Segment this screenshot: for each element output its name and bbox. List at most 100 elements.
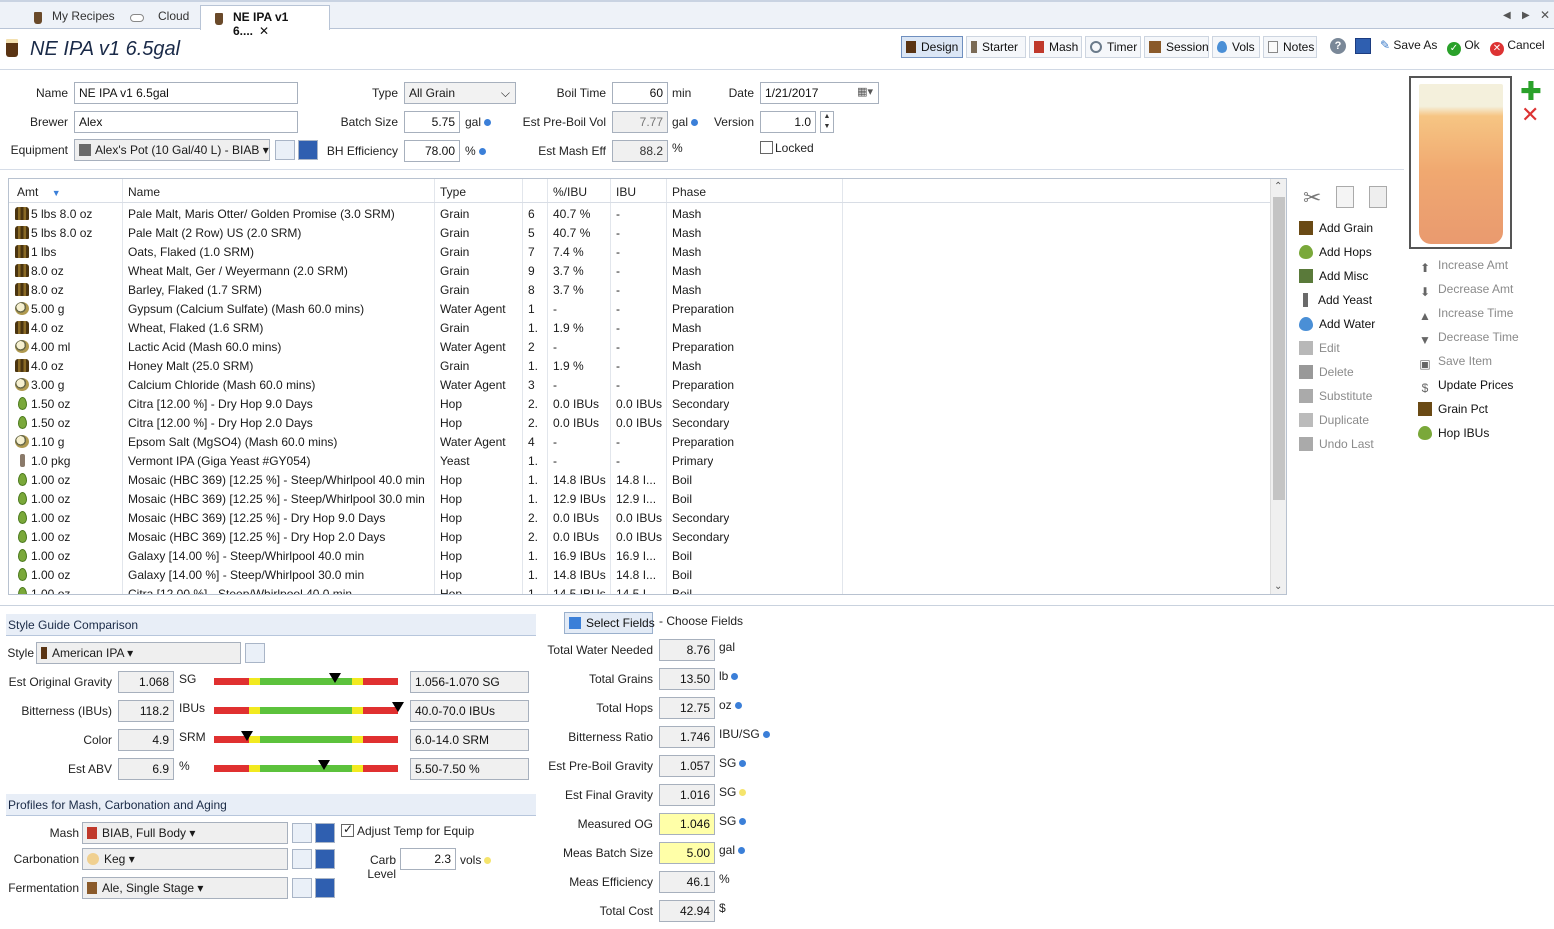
side-increase-time-button[interactable]: ▲ Increase Time (1418, 306, 1513, 323)
side-duplicate-button[interactable]: Duplicate (1299, 413, 1369, 427)
table-row[interactable]: 4.0 oz Wheat, Flaked (1.6 SRM) Grain 1. 1.9 … (9, 318, 1271, 337)
save-fermentation-icon[interactable] (315, 878, 335, 898)
edit-style-icon[interactable] (245, 643, 265, 663)
copy-icon[interactable] (1336, 186, 1354, 208)
timer-button[interactable]: Timer (1085, 36, 1141, 58)
side-decrease-time-button[interactable]: ▼ Decrease Time (1418, 330, 1519, 347)
side-edit-button[interactable]: Edit (1299, 341, 1340, 355)
vols-button[interactable]: Vols (1212, 36, 1260, 58)
locked-checkbox[interactable] (760, 141, 773, 154)
side-increase-amt-button[interactable]: ⬆ Increase Amt (1418, 258, 1508, 275)
edit-carbonation-icon[interactable] (292, 849, 312, 869)
bh-efficiency-input[interactable]: 78.00 (404, 140, 460, 162)
save-as-button[interactable]: ✎ Save As (1380, 38, 1437, 52)
side-save-item-button[interactable]: ▣ Save Item (1418, 354, 1492, 371)
column-header-type[interactable]: Type (440, 185, 466, 199)
side-add-grain-button[interactable]: Add Grain (1299, 221, 1373, 235)
table-row[interactable]: 1.10 g Epsom Salt (MgSO4) (Mash 60.0 mins… (9, 432, 1271, 451)
edit-equipment-icon[interactable] (275, 140, 295, 160)
batch-size-input[interactable]: 5.75 (404, 111, 460, 133)
table-row[interactable]: 5 lbs 8.0 oz Pale Malt (2 Row) US (2.0 SR… (9, 223, 1271, 242)
style-select[interactable]: American IPA ▾ (36, 642, 241, 664)
side-decrease-amt-button[interactable]: ⬇ Decrease Amt (1418, 282, 1513, 299)
boil-time-input[interactable]: 60 (612, 82, 668, 104)
table-row[interactable]: 1.00 oz Galaxy [14.00 %] - Steep/Whirlpoo… (9, 546, 1271, 565)
table-row[interactable]: 5.00 g Gypsum (Calcium Sulfate) (Mash 60.… (9, 299, 1271, 318)
table-row[interactable]: 1.50 oz Citra [12.00 %] - Dry Hop 9.0 Day… (9, 394, 1271, 413)
field-value[interactable]: 1.046 (659, 813, 715, 835)
table-row[interactable]: 1.00 oz Mosaic (HBC 369) [12.25 %] - Dry … (9, 527, 1271, 546)
side-undo-last-button[interactable]: Undo Last (1299, 437, 1374, 451)
table-row[interactable]: 1.0 pkg Vermont IPA (Giga Yeast #GY054) Ye… (9, 451, 1271, 470)
side-add-yeast-button[interactable]: Add Yeast (1299, 293, 1372, 307)
version-spinner[interactable]: ▲ ▼ (820, 111, 834, 133)
table-row[interactable]: 8.0 oz Barley, Flaked (1.7 SRM) Grain 8 3.7 … (9, 280, 1271, 299)
cut-icon[interactable]: ✂ (1303, 185, 1321, 211)
tab-scroll-left-icon[interactable]: ◀ (1503, 10, 1511, 21)
equipment-select[interactable]: Alex's Pot (10 Gal/40 L) - BIAB ▾ (74, 139, 270, 161)
edit-mash-icon[interactable] (292, 823, 312, 843)
save-icon[interactable] (1355, 38, 1371, 54)
table-row[interactable]: 1.00 oz Galaxy [14.00 %] - Steep/Whirlpoo… (9, 565, 1271, 584)
tab-cloud[interactable]: Cloud (98, 5, 198, 30)
side-update-prices-button[interactable]: $ Update Prices (1418, 378, 1514, 395)
table-row[interactable]: 1.00 oz Citra [12.00 %] - Steep/Whirlpool… (9, 584, 1271, 594)
type-select[interactable]: All Grain ⌵ (404, 82, 516, 104)
scroll-down-icon[interactable]: ⌄ (1274, 581, 1282, 592)
version-input[interactable]: 1.0 (760, 111, 816, 133)
table-row[interactable]: 4.0 oz Honey Malt (25.0 SRM) Grain 1. 1.9 % -… (9, 356, 1271, 375)
date-picker[interactable]: 1/21/2017 ▦▾ (760, 82, 879, 104)
column-header-name[interactable]: Name (128, 185, 160, 199)
adjust-temp-checkbox[interactable]: ✓ (341, 822, 354, 837)
side-grain-pct-button[interactable]: Grain Pct (1418, 402, 1488, 416)
close-tab-icon[interactable]: ✕ (1540, 8, 1550, 22)
scroll-up-icon[interactable]: ⌃ (1274, 181, 1282, 192)
table-row[interactable]: 1.00 oz Mosaic (HBC 369) [12.25 %] - Stee… (9, 489, 1271, 508)
table-row[interactable]: 8.0 oz Wheat Malt, Ger / Weyermann (2.0 S… (9, 261, 1271, 280)
fermentation-select[interactable]: Ale, Single Stage ▾ (82, 877, 288, 899)
table-row[interactable]: 1.00 oz Mosaic (HBC 369) [12.25 %] - Dry … (9, 508, 1271, 527)
session-button[interactable]: Session (1144, 36, 1209, 58)
save-carbonation-icon[interactable] (315, 849, 335, 869)
scrollbar-thumb[interactable] (1273, 197, 1285, 500)
remove-icon[interactable]: ✕ (1521, 104, 1539, 126)
help-icon[interactable]: ? (1330, 38, 1346, 54)
side-hop-ibus-button[interactable]: Hop IBUs (1418, 426, 1489, 440)
design-button[interactable]: Design (901, 36, 963, 58)
save-equipment-icon[interactable] (298, 140, 318, 160)
table-row[interactable]: 4.00 ml Lactic Acid (Mash 60.0 mins) Water… (9, 337, 1271, 356)
mash-button[interactable]: Mash (1029, 36, 1082, 58)
table-row[interactable]: 3.00 g Calcium Chloride (Mash 60.0 mins) W… (9, 375, 1271, 394)
tab-scroll-right-icon[interactable]: ▶ (1522, 10, 1530, 21)
side-delete-button[interactable]: Delete (1299, 365, 1354, 379)
table-row[interactable]: 1 lbs Oats, Flaked (1.0 SRM) Grain 7 7.4 % - M… (9, 242, 1271, 261)
side-add-water-button[interactable]: Add Water (1299, 317, 1375, 331)
add-icon[interactable]: ✚ (1520, 78, 1542, 104)
select-fields-button[interactable]: Select Fields (564, 612, 655, 634)
edit-fermentation-icon[interactable] (292, 878, 312, 898)
side-substitute-button[interactable]: Substitute (1299, 389, 1372, 403)
brewer-input[interactable]: Alex (74, 111, 298, 133)
scrollbar[interactable]: ⌃ ⌄ (1270, 179, 1286, 594)
column-header-pct[interactable]: %/IBU (553, 185, 587, 199)
column-header-amt[interactable]: Amt ▼ (17, 185, 61, 199)
close-icon[interactable]: ✕ (259, 24, 269, 38)
tab-ne-ipa[interactable]: NE IPA v1 6.... ✕ (200, 5, 330, 38)
paste-icon[interactable] (1369, 186, 1387, 208)
ok-button[interactable]: ✓ Ok (1447, 38, 1480, 56)
carbonation-select[interactable]: Keg ▾ (82, 848, 288, 870)
notes-button[interactable]: Notes (1263, 36, 1317, 58)
save-mash-icon[interactable] (315, 823, 335, 843)
table-row[interactable]: 1.00 oz Mosaic (HBC 369) [12.25 %] - Stee… (9, 470, 1271, 489)
side-add-misc-button[interactable]: Add Misc (1299, 269, 1368, 283)
column-header-ibu[interactable]: IBU (616, 185, 636, 199)
field-value[interactable]: 5.00 (659, 842, 715, 864)
column-header-phase[interactable]: Phase (672, 185, 706, 199)
name-input[interactable]: NE IPA v1 6.5gal (74, 82, 298, 104)
starter-button[interactable]: Starter (966, 36, 1026, 58)
side-add-hops-button[interactable]: Add Hops (1299, 245, 1372, 259)
table-row[interactable]: 1.50 oz Citra [12.00 %] - Dry Hop 2.0 Day… (9, 413, 1271, 432)
mash-profile-select[interactable]: BIAB, Full Body ▾ (82, 822, 288, 844)
table-row[interactable]: 5 lbs 8.0 oz Pale Malt, Maris Otter/ Gold… (9, 204, 1271, 223)
carb-level-input[interactable]: 2.3 (400, 848, 456, 870)
